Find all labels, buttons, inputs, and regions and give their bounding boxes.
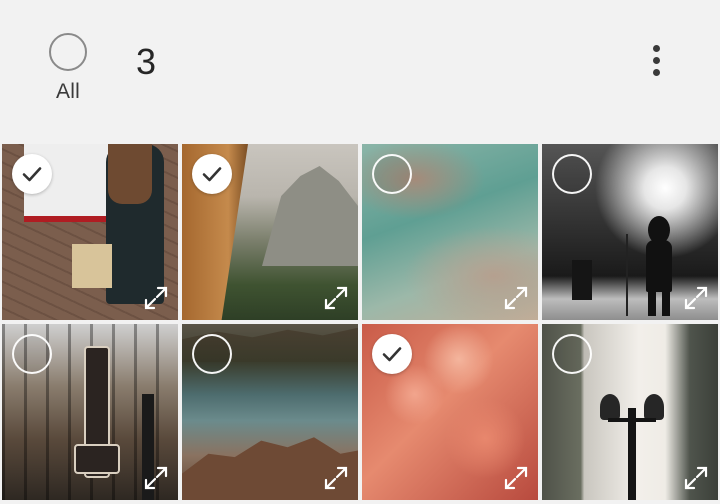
- expand-icon[interactable]: [322, 464, 350, 492]
- photo-tile[interactable]: [362, 144, 538, 320]
- more-vert-icon-dot: [652, 56, 660, 64]
- tile-checkbox-icon[interactable]: [552, 154, 592, 194]
- expand-icon[interactable]: [682, 284, 710, 312]
- expand-icon[interactable]: [502, 464, 530, 492]
- more-vert-icon: [652, 44, 660, 52]
- photo-tile[interactable]: [542, 144, 718, 320]
- tile-checkbox-icon[interactable]: [192, 334, 232, 374]
- photo-tile[interactable]: [182, 144, 358, 320]
- selection-header: All 3: [0, 0, 720, 142]
- tile-checkbox-icon[interactable]: [372, 154, 412, 194]
- photo-tile[interactable]: [2, 144, 178, 320]
- select-all-checkbox-icon[interactable]: [49, 33, 87, 71]
- photo-tile[interactable]: [362, 324, 538, 500]
- tile-checkbox-checked-icon[interactable]: [372, 334, 412, 374]
- expand-icon[interactable]: [142, 284, 170, 312]
- photo-tile[interactable]: [182, 324, 358, 500]
- more-vert-icon-dot: [652, 68, 660, 76]
- tile-checkbox-checked-icon[interactable]: [192, 154, 232, 194]
- selected-count: 3: [136, 41, 157, 82]
- photo-tile[interactable]: [2, 324, 178, 500]
- tile-checkbox-icon[interactable]: [552, 334, 592, 374]
- more-options-button[interactable]: [640, 38, 672, 82]
- tile-checkbox-icon[interactable]: [12, 334, 52, 374]
- tile-checkbox-checked-icon[interactable]: [12, 154, 52, 194]
- photo-grid: [2, 144, 718, 500]
- photo-tile[interactable]: [542, 324, 718, 500]
- expand-icon[interactable]: [682, 464, 710, 492]
- select-all-label: All: [56, 80, 80, 103]
- select-all-toggle[interactable]: All: [44, 33, 92, 104]
- expand-icon[interactable]: [142, 464, 170, 492]
- expand-icon[interactable]: [502, 284, 530, 312]
- expand-icon[interactable]: [322, 284, 350, 312]
